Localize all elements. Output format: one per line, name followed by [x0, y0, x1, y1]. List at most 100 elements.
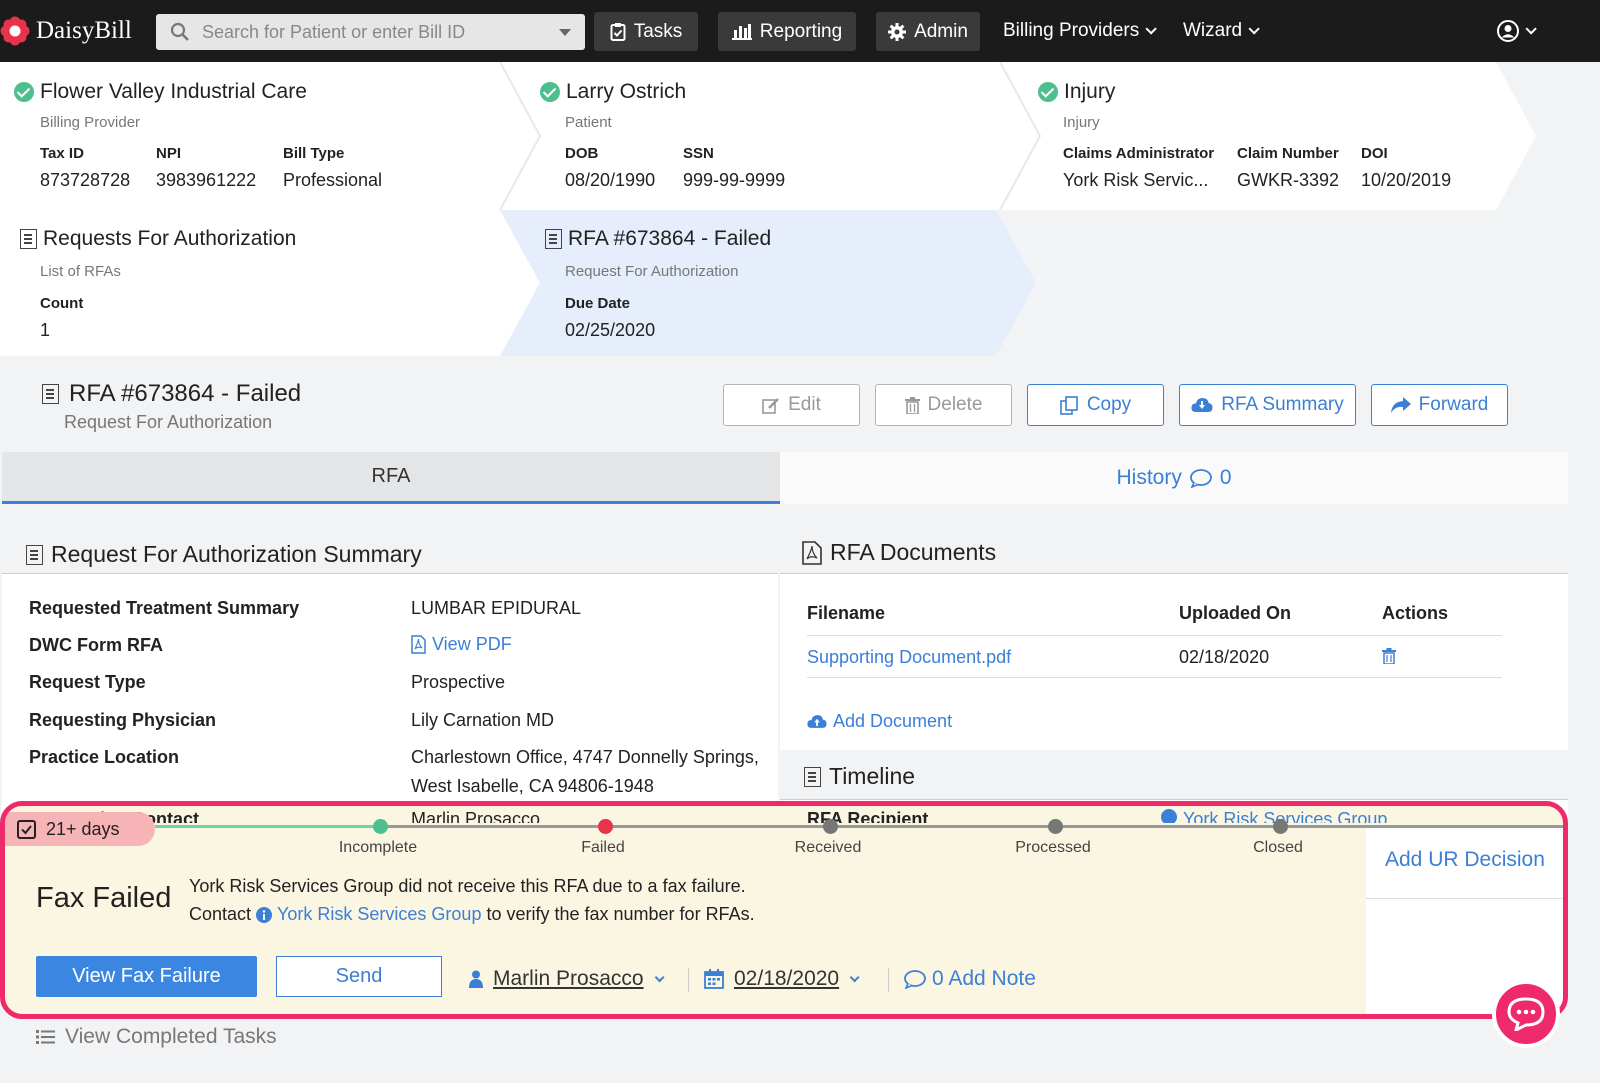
current-rfa-title: RFA #673864 - Failed [568, 227, 772, 250]
check-circle-icon [1038, 82, 1058, 102]
reporting-button[interactable]: Reporting [718, 12, 856, 51]
practice-location-line2: West Isabelle, CA 94806-1948 [411, 776, 654, 796]
daisy-logo-icon [0, 16, 30, 46]
dob-value: 08/20/1990 [565, 170, 656, 190]
rfa-summary-button[interactable]: RFA Summary [1179, 384, 1356, 426]
forward-label: Forward [1418, 394, 1489, 415]
document-icon [20, 229, 37, 249]
cloud-upload-icon [807, 715, 827, 728]
ssn-label: SSN [683, 145, 714, 162]
task-message-link[interactable]: York Risk Services Group [277, 904, 481, 925]
stage-incomplete-dot [373, 819, 388, 834]
breadcrumb-row-2: Requests For Authorization List of RFAs … [0, 210, 1568, 356]
crumb-patient-title[interactable]: Larry Ostrich [540, 80, 686, 104]
edit-icon [762, 397, 779, 414]
edit-button[interactable]: Edit [723, 384, 860, 426]
view-fax-failure-label: View Fax Failure [72, 965, 221, 987]
count-label: Count [40, 295, 84, 312]
tasks-button[interactable]: Tasks [594, 12, 698, 51]
col-filename: Filename [807, 603, 886, 623]
claims-admin-value: York Risk Servic... [1063, 170, 1209, 190]
cloud-download-icon [1191, 398, 1213, 412]
timeline-heading: Timeline [804, 763, 915, 790]
search-box[interactable] [156, 14, 585, 50]
admin-label: Admin [914, 20, 968, 42]
info-icon [1161, 809, 1177, 823]
injury-name: Injury [1064, 80, 1116, 103]
documents-panel: RFA Documents Filename Uploaded On Actio… [780, 527, 1568, 827]
stage-incomplete-label: Incomplete [338, 839, 418, 856]
delete-button[interactable]: Delete [875, 384, 1012, 426]
practice-location-line1: Charlestown Office, 4747 Donnelly Spring… [411, 747, 759, 767]
tab-history-label: History [1116, 466, 1182, 489]
clipboard-check-icon [610, 23, 626, 41]
document-uploaded-date: 02/18/2020 [1179, 647, 1270, 667]
add-note-link[interactable]: 0 Add Note [904, 967, 1036, 991]
treatment-summary-value: LUMBAR EPIDURAL [411, 598, 582, 618]
stage-failed-label: Failed [581, 839, 625, 856]
forward-button[interactable]: Forward [1371, 384, 1508, 426]
tab-rfa[interactable]: RFA [2, 452, 780, 504]
admin-button[interactable]: Admin [876, 12, 980, 51]
physician-value: Lily Carnation MD [411, 710, 555, 730]
bill-type-label: Bill Type [283, 145, 345, 162]
stage-received-label: Received [794, 839, 862, 856]
document-icon [42, 384, 59, 404]
check-circle-icon [14, 82, 34, 102]
stage-processed-label: Processed [1015, 839, 1091, 856]
view-fax-failure-button[interactable]: View Fax Failure [36, 956, 257, 997]
crumb-provider-title[interactable]: Flower Valley Industrial Care [14, 80, 307, 104]
practice-location-label: Practice Location [29, 747, 180, 767]
trash-icon[interactable] [1382, 648, 1396, 664]
send-button[interactable]: Send [276, 956, 442, 997]
search-input[interactable] [202, 21, 542, 43]
summary-heading-text: Request For Authorization Summary [51, 541, 422, 567]
wizard-menu[interactable]: Wizard [1183, 20, 1260, 42]
chevron-down-icon [654, 971, 665, 982]
chat-widget-button[interactable] [1492, 980, 1560, 1048]
summary-heading: Request For Authorization Summary [26, 541, 422, 568]
date-dropdown[interactable]: 02/18/2020 [704, 967, 860, 991]
view-pdf-link[interactable]: View PDF [411, 634, 512, 655]
requesting-contact-value: Marlin Prosacco [411, 809, 541, 823]
bar-chart-icon [731, 24, 752, 40]
count-value: 1 [40, 320, 51, 340]
copy-label: Copy [1086, 394, 1132, 415]
check-circle-icon [540, 82, 560, 102]
crumb-injury-title[interactable]: Injury [1038, 80, 1115, 104]
assignee-dropdown[interactable]: Marlin Prosacco [469, 967, 665, 991]
reporting-label: Reporting [759, 20, 843, 42]
copy-button[interactable]: Copy [1027, 384, 1164, 426]
stage-closed-dot [1273, 819, 1288, 834]
brand-logo[interactable]: DaisyBill [0, 14, 132, 48]
rfas-sub: List of RFAs [40, 263, 121, 280]
crumb-rfas-title[interactable]: Requests For Authorization [20, 227, 296, 251]
add-ur-decision-link[interactable]: Add UR Decision [1385, 848, 1545, 872]
info-icon [256, 906, 273, 923]
document-filename-link[interactable]: Supporting Document.pdf [807, 647, 1011, 668]
tasks-label: Tasks [633, 20, 683, 42]
crumb-current-rfa-title[interactable]: RFA #673864 - Failed [545, 227, 771, 251]
tab-history[interactable]: History 0 [780, 452, 1568, 504]
page-title-text: RFA #673864 - Failed [69, 380, 302, 407]
add-document-link[interactable]: Add Document [807, 711, 952, 732]
file-pdf-icon [411, 635, 426, 654]
divider [1366, 898, 1563, 899]
col-uploaded: Uploaded On [1179, 603, 1291, 623]
user-menu[interactable] [1497, 20, 1537, 42]
view-completed-tasks-label: View Completed Tasks [65, 1025, 277, 1048]
share-forward-icon [1390, 397, 1411, 413]
task-message-line1: York Risk Services Group did not receive… [189, 876, 746, 896]
view-completed-tasks-link[interactable]: View Completed Tasks [36, 1025, 277, 1049]
request-type-label: Request Type [29, 672, 146, 692]
patient-name: Larry Ostrich [566, 80, 687, 103]
billing-providers-menu[interactable]: Billing Providers [1003, 20, 1158, 42]
col-actions: Actions [1382, 603, 1449, 623]
caret-down-icon[interactable] [559, 29, 571, 36]
tax-id-label: Tax ID [40, 145, 84, 162]
due-date-value: 02/25/2020 [565, 320, 656, 340]
claim-number-label: Claim Number [1237, 145, 1339, 162]
documents-heading: RFA Documents [802, 539, 996, 566]
meta-divider [888, 968, 889, 992]
comment-icon [904, 969, 926, 989]
